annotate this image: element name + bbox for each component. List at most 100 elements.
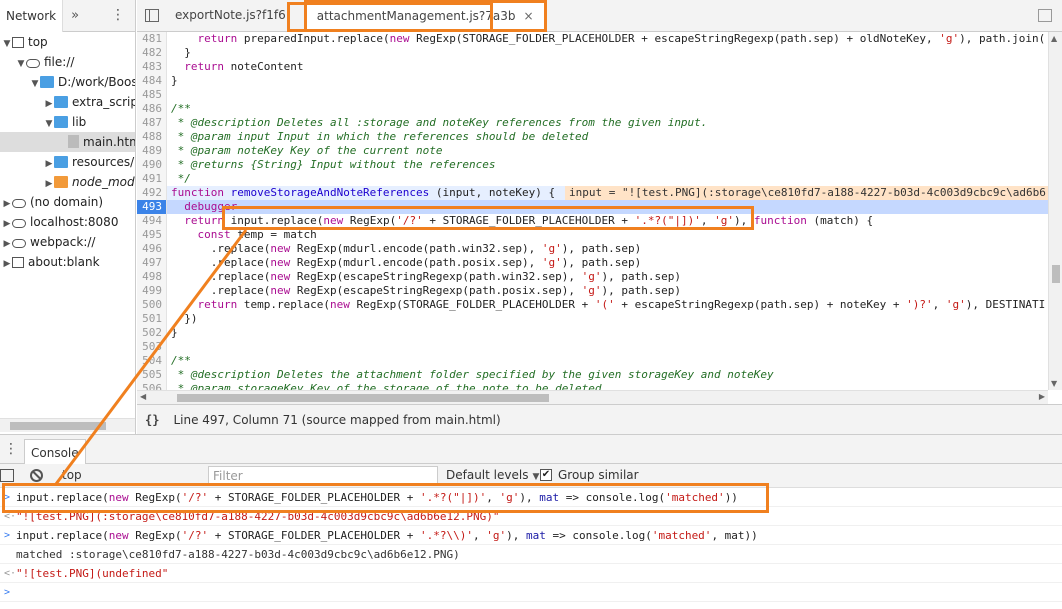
tree-item[interactable]: main.html — [0, 132, 135, 152]
console-sidebar-icon[interactable] — [0, 469, 14, 482]
code-vertical-scrollbar[interactable]: ▲ ▼ — [1048, 32, 1062, 390]
console-prompt[interactable]: > — [0, 583, 1062, 602]
code-view[interactable]: 481 return preparedInput.replace(new Reg… — [137, 32, 1048, 390]
line-number[interactable]: 497 — [137, 256, 167, 270]
tree-item[interactable]: ▶ extra_scripts — [0, 92, 135, 112]
collapse-triangle-icon[interactable]: ▶ — [44, 154, 54, 174]
line-number[interactable]: 494 — [137, 214, 167, 228]
code-line[interactable]: 498 .replace(new RegExp(escapeStringRege… — [137, 270, 1048, 284]
line-number[interactable]: 503 — [137, 340, 167, 354]
log-levels-dropdown[interactable]: Default levels ▼ — [446, 468, 539, 482]
code-line[interactable]: 495 const temp = match — [137, 228, 1048, 242]
code-line[interactable]: 481 return preparedInput.replace(new Reg… — [137, 32, 1048, 46]
context-selector[interactable]: top — [62, 468, 82, 482]
tab-console[interactable]: Console — [24, 439, 86, 465]
line-number[interactable]: 490 — [137, 158, 167, 172]
line-number[interactable]: 482 — [137, 46, 167, 60]
drawer-menu-icon[interactable]: ⋮ — [4, 441, 18, 457]
tree-item[interactable]: ▶ (no domain) — [0, 192, 135, 212]
code-line[interactable]: 489 * @param noteKey Key of the current … — [137, 144, 1048, 158]
scroll-up-icon[interactable]: ▲ — [1051, 34, 1057, 43]
more-tabs-icon[interactable]: » — [63, 8, 87, 23]
line-number[interactable]: 486 — [137, 102, 167, 116]
line-number[interactable]: 505 — [137, 368, 167, 382]
code-line[interactable]: 504 /** — [137, 354, 1048, 368]
clear-console-icon[interactable] — [30, 469, 43, 482]
line-number[interactable]: 481 — [137, 32, 167, 46]
expand-triangle-icon[interactable]: ▼ — [16, 54, 26, 74]
navigator-scrollbar[interactable] — [0, 418, 135, 432]
code-line[interactable]: 482 } — [137, 46, 1048, 60]
code-line[interactable]: 496 .replace(new RegExp(mdurl.encode(pat… — [137, 242, 1048, 256]
code-line[interactable]: 484} — [137, 74, 1048, 88]
code-line[interactable]: 501 }) — [137, 312, 1048, 326]
line-number[interactable]: 506 — [137, 382, 167, 390]
code-line[interactable]: 503 — [137, 340, 1048, 354]
kebab-menu-icon[interactable]: ⋮ — [111, 7, 125, 23]
code-line[interactable]: 506 * @param storageKey Key of the stora… — [137, 382, 1048, 390]
code-line[interactable]: 500 return temp.replace(new RegExp(STORA… — [137, 298, 1048, 312]
code-line[interactable]: 505 * @description Deletes the attachmen… — [137, 368, 1048, 382]
tree-item[interactable]: ▼ lib — [0, 112, 135, 132]
line-number[interactable]: 501 — [137, 312, 167, 326]
expand-triangle-icon[interactable]: ▼ — [30, 74, 40, 94]
collapse-triangle-icon[interactable]: ▶ — [2, 194, 12, 214]
code-line[interactable]: 485 — [137, 88, 1048, 102]
console-output[interactable]: > input.replace(new RegExp('/?' + STORAGE… — [0, 488, 1062, 609]
code-line[interactable]: 492 function removeStorageAndNoteReferenc… — [137, 186, 1048, 200]
tree-item[interactable]: ▶ resources/ico — [0, 152, 135, 172]
code-line[interactable]: 497 .replace(new RegExp(mdurl.encode(pat… — [137, 256, 1048, 270]
scroll-down-icon[interactable]: ▼ — [1051, 379, 1057, 388]
tree-item[interactable]: ▶ localhost:8080 — [0, 212, 135, 232]
line-number[interactable]: 483 — [137, 60, 167, 74]
code-line[interactable]: 494 return input.replace(new RegExp('/?'… — [137, 214, 1048, 228]
line-number[interactable]: 487 — [137, 116, 167, 130]
close-tab-icon[interactable]: × — [524, 9, 534, 23]
line-number[interactable]: 502 — [137, 326, 167, 340]
breakpoint-marker[interactable]: 493 — [137, 200, 167, 214]
line-number[interactable]: 500 — [137, 298, 167, 312]
toggle-debugger-icon[interactable] — [1038, 9, 1052, 22]
expand-triangle-icon[interactable]: ▼ — [2, 34, 12, 54]
line-number[interactable]: 484 — [137, 74, 167, 88]
code-line[interactable]: 487 * @description Deletes all :storage … — [137, 116, 1048, 130]
collapse-triangle-icon[interactable]: ▶ — [2, 234, 12, 254]
expand-triangle-icon[interactable]: ▼ — [44, 114, 54, 134]
line-number[interactable]: 489 — [137, 144, 167, 158]
tab-network[interactable]: Network — [0, 0, 64, 32]
line-number[interactable]: 498 — [137, 270, 167, 284]
scroll-right-icon[interactable]: ▶ — [1039, 392, 1045, 401]
scroll-left-icon[interactable]: ◀ — [140, 392, 146, 401]
tab-exportnote[interactable]: exportNote.js?f1f6 — [165, 0, 296, 31]
tree-item[interactable]: ▶ node_modules — [0, 172, 135, 192]
tree-item[interactable]: ▼ top — [0, 32, 135, 52]
code-line[interactable]: 483 return noteContent — [137, 60, 1048, 74]
code-line[interactable]: 493 debugger — [137, 200, 1048, 214]
line-number[interactable]: 496 — [137, 242, 167, 256]
scrollbar-thumb[interactable] — [10, 422, 106, 430]
code-line[interactable]: 502} — [137, 326, 1048, 340]
tree-item[interactable]: ▼ file:// — [0, 52, 135, 72]
scrollbar-thumb[interactable] — [177, 394, 549, 402]
toggle-navigator-icon[interactable] — [145, 9, 159, 22]
code-line[interactable]: 488 * @param input Input in which the re… — [137, 130, 1048, 144]
pretty-print-button[interactable]: {} — [145, 413, 159, 427]
code-line[interactable]: 499 .replace(new RegExp(escapeStringRege… — [137, 284, 1048, 298]
code-line[interactable]: 486 /** — [137, 102, 1048, 116]
code-line[interactable]: 491 */ — [137, 172, 1048, 186]
line-number[interactable]: 499 — [137, 284, 167, 298]
line-number[interactable]: 488 — [137, 130, 167, 144]
filter-input[interactable]: Filter — [208, 466, 438, 486]
tree-item[interactable]: ▼ D:/work/Boostn — [0, 72, 135, 92]
collapse-triangle-icon[interactable]: ▶ — [44, 94, 54, 114]
group-similar-checkbox[interactable]: ✔ — [540, 469, 552, 481]
line-number[interactable]: 504 — [137, 354, 167, 368]
tab-attachmentmanagement[interactable]: attachmentManagement.js?7a3b × — [303, 0, 547, 32]
tree-item[interactable]: ▶ webpack:// — [0, 232, 135, 252]
tree-item[interactable]: ▶ about:blank — [0, 252, 135, 272]
collapse-triangle-icon[interactable]: ▶ — [44, 174, 54, 194]
line-number[interactable]: 491 — [137, 172, 167, 186]
scrollbar-thumb[interactable] — [1052, 265, 1060, 283]
collapse-triangle-icon[interactable]: ▶ — [2, 254, 12, 274]
line-number[interactable]: 492 — [137, 186, 167, 200]
